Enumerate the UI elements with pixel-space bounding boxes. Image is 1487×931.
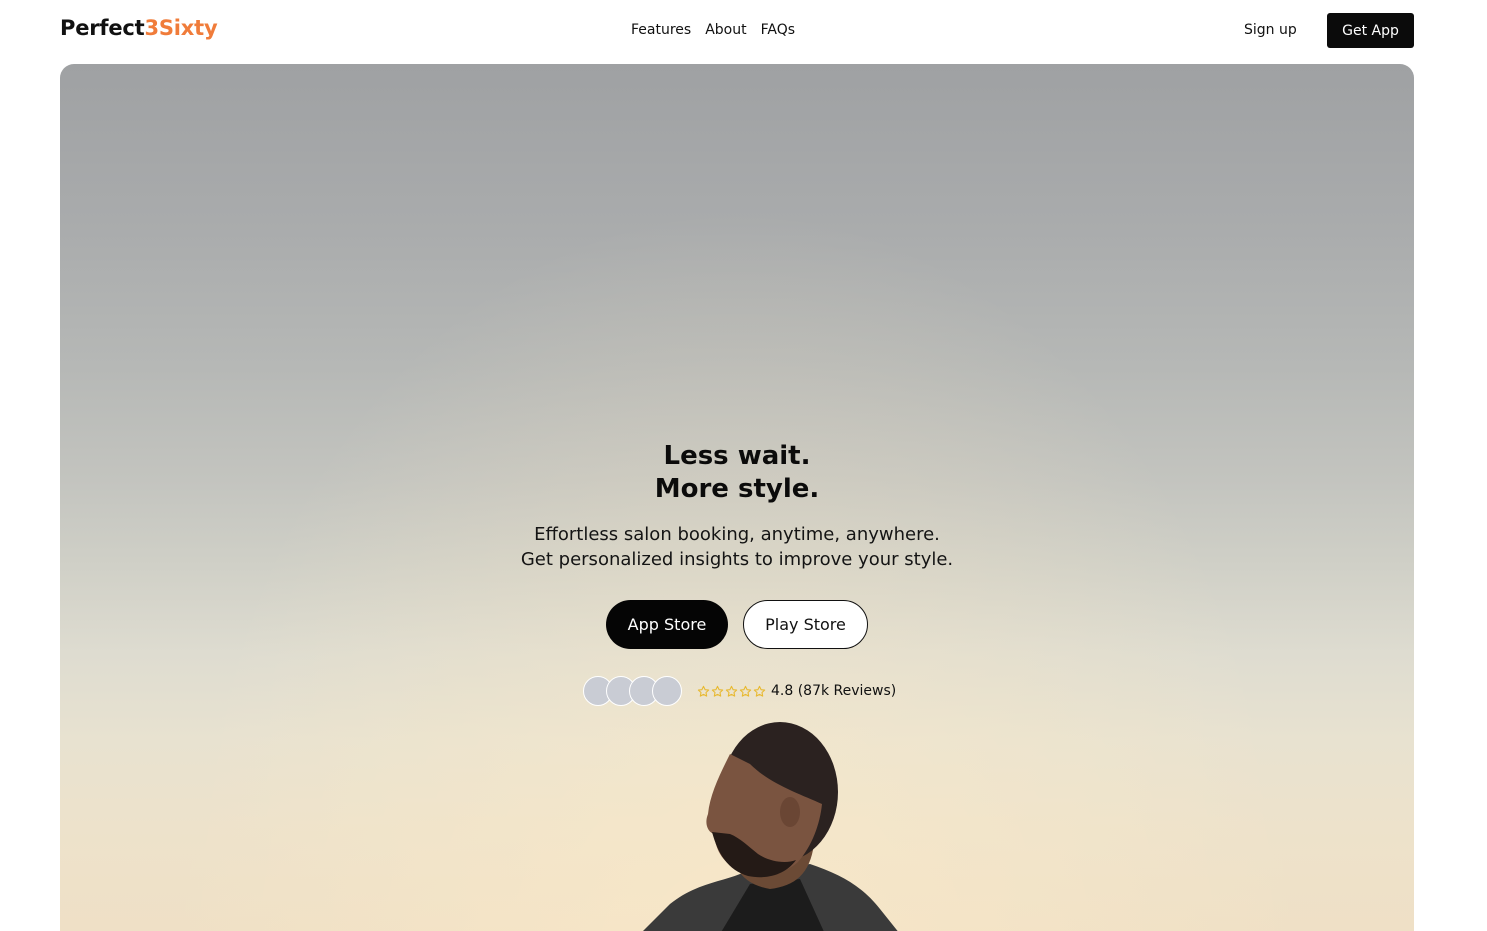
logo-text-accent: 3Sixty xyxy=(144,16,218,40)
subtitle-line-1: Effortless salon booking, anytime, anywh… xyxy=(534,524,940,545)
rating-summary: 4.8 (87k Reviews) xyxy=(583,676,896,706)
main-nav: Features About FAQs xyxy=(631,22,795,38)
headline-line-2: More style. xyxy=(654,474,820,504)
rating-text: 4.8 (87k Reviews) xyxy=(771,683,897,699)
signup-link[interactable]: Sign up xyxy=(1244,22,1297,38)
nav-about[interactable]: About xyxy=(705,22,746,38)
nav-faqs[interactable]: FAQs xyxy=(761,22,795,38)
star-outline-icon xyxy=(753,685,766,697)
hero-section: Less wait. More style. Effortless salon … xyxy=(60,64,1414,931)
star-outline-icon xyxy=(711,685,724,697)
brand-logo[interactable]: Perfect3Sixty xyxy=(60,16,218,40)
site-header: Perfect3Sixty Features About FAQs Sign u… xyxy=(0,0,1487,62)
avatar xyxy=(652,676,682,706)
app-store-button[interactable]: App Store xyxy=(606,600,728,649)
subtitle-line-2: Get personalized insights to improve you… xyxy=(520,549,954,570)
hero-person-image xyxy=(643,722,898,931)
play-store-button[interactable]: Play Store xyxy=(743,600,868,649)
get-app-button[interactable]: Get App xyxy=(1327,13,1414,48)
reviewer-avatars xyxy=(583,676,682,706)
star-outline-icon xyxy=(739,685,752,697)
logo-text-primary: Perfect xyxy=(60,16,145,40)
hero-headline: Less wait. More style. xyxy=(60,440,1414,506)
hero-subtitle: Effortless salon booking, anytime, anywh… xyxy=(60,522,1414,572)
headline-line-1: Less wait. xyxy=(663,441,811,471)
star-outline-icon xyxy=(725,685,738,697)
rating-stars xyxy=(697,685,766,698)
star-outline-icon xyxy=(697,685,710,697)
nav-features[interactable]: Features xyxy=(631,22,691,38)
